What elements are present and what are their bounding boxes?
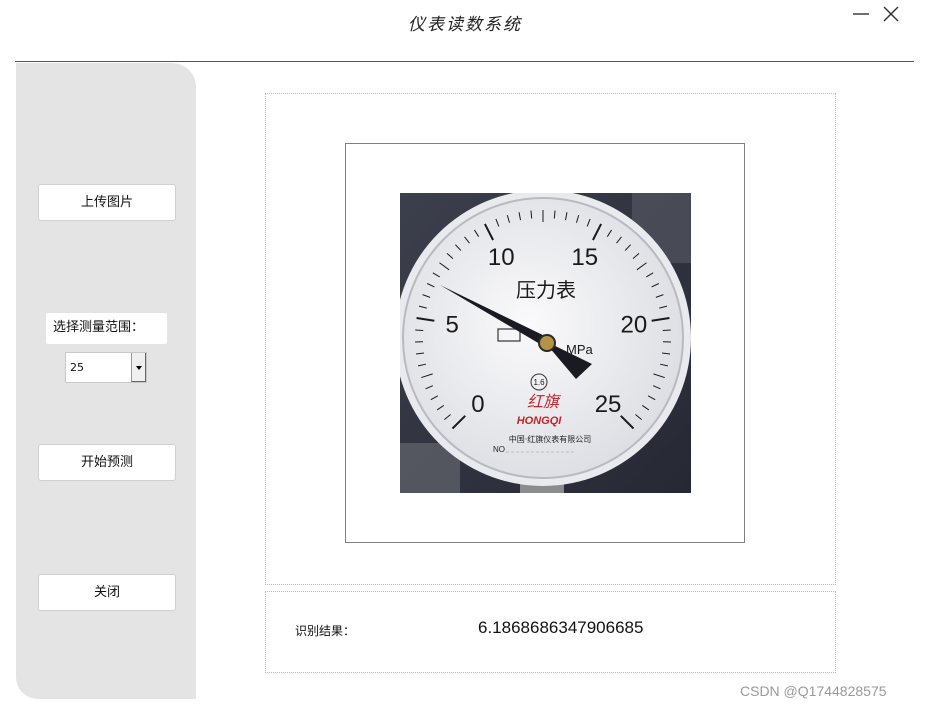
- result-value: 6.1868686347906685: [478, 618, 644, 637]
- gauge-scale-label: 20: [621, 312, 648, 339]
- gauge-scale-label: 15: [571, 244, 598, 271]
- gauge-scale-label: 5: [445, 312, 458, 339]
- maker-name: 中国·红旗仪表有限公司: [509, 434, 592, 444]
- gauge-scale-label: 25: [595, 391, 622, 418]
- close-icon[interactable]: [880, 4, 902, 26]
- minimize-icon[interactable]: [850, 4, 872, 26]
- watermark: CSDN @Q1744828575: [740, 683, 887, 699]
- dropdown-arrow-icon[interactable]: [131, 353, 146, 382]
- start-predict-button[interactable]: 开始预测: [38, 444, 176, 481]
- brand-name: HONGQI: [517, 415, 563, 427]
- gauge-scale-label: 0: [471, 391, 484, 418]
- result-label: 识别结果：: [295, 624, 356, 638]
- window-title: 仪表读数系统: [408, 15, 522, 35]
- gauge-photo: 0510 152025 压力表 MPa 1.6 红旗 HONGQI 中国·红旗仪表…: [400, 193, 691, 493]
- range-selected-value: 25: [70, 361, 84, 374]
- gauge-scale-label: 10: [488, 244, 515, 271]
- dial-title: 压力表: [516, 278, 576, 302]
- serial-prefix: NO: [493, 445, 505, 454]
- accuracy-class: 1.6: [533, 378, 545, 387]
- gauge-pivot: [538, 334, 556, 352]
- range-label: 选择测量范围：: [46, 313, 167, 344]
- upload-image-button[interactable]: 上传图片: [38, 184, 176, 221]
- gauge-tick: [662, 329, 671, 331]
- brand-script: 红旗: [527, 392, 562, 411]
- range-select[interactable]: 25: [65, 352, 147, 383]
- header-divider: [15, 61, 914, 62]
- gauge-tick: [415, 329, 424, 331]
- close-button[interactable]: 关闭: [38, 574, 176, 611]
